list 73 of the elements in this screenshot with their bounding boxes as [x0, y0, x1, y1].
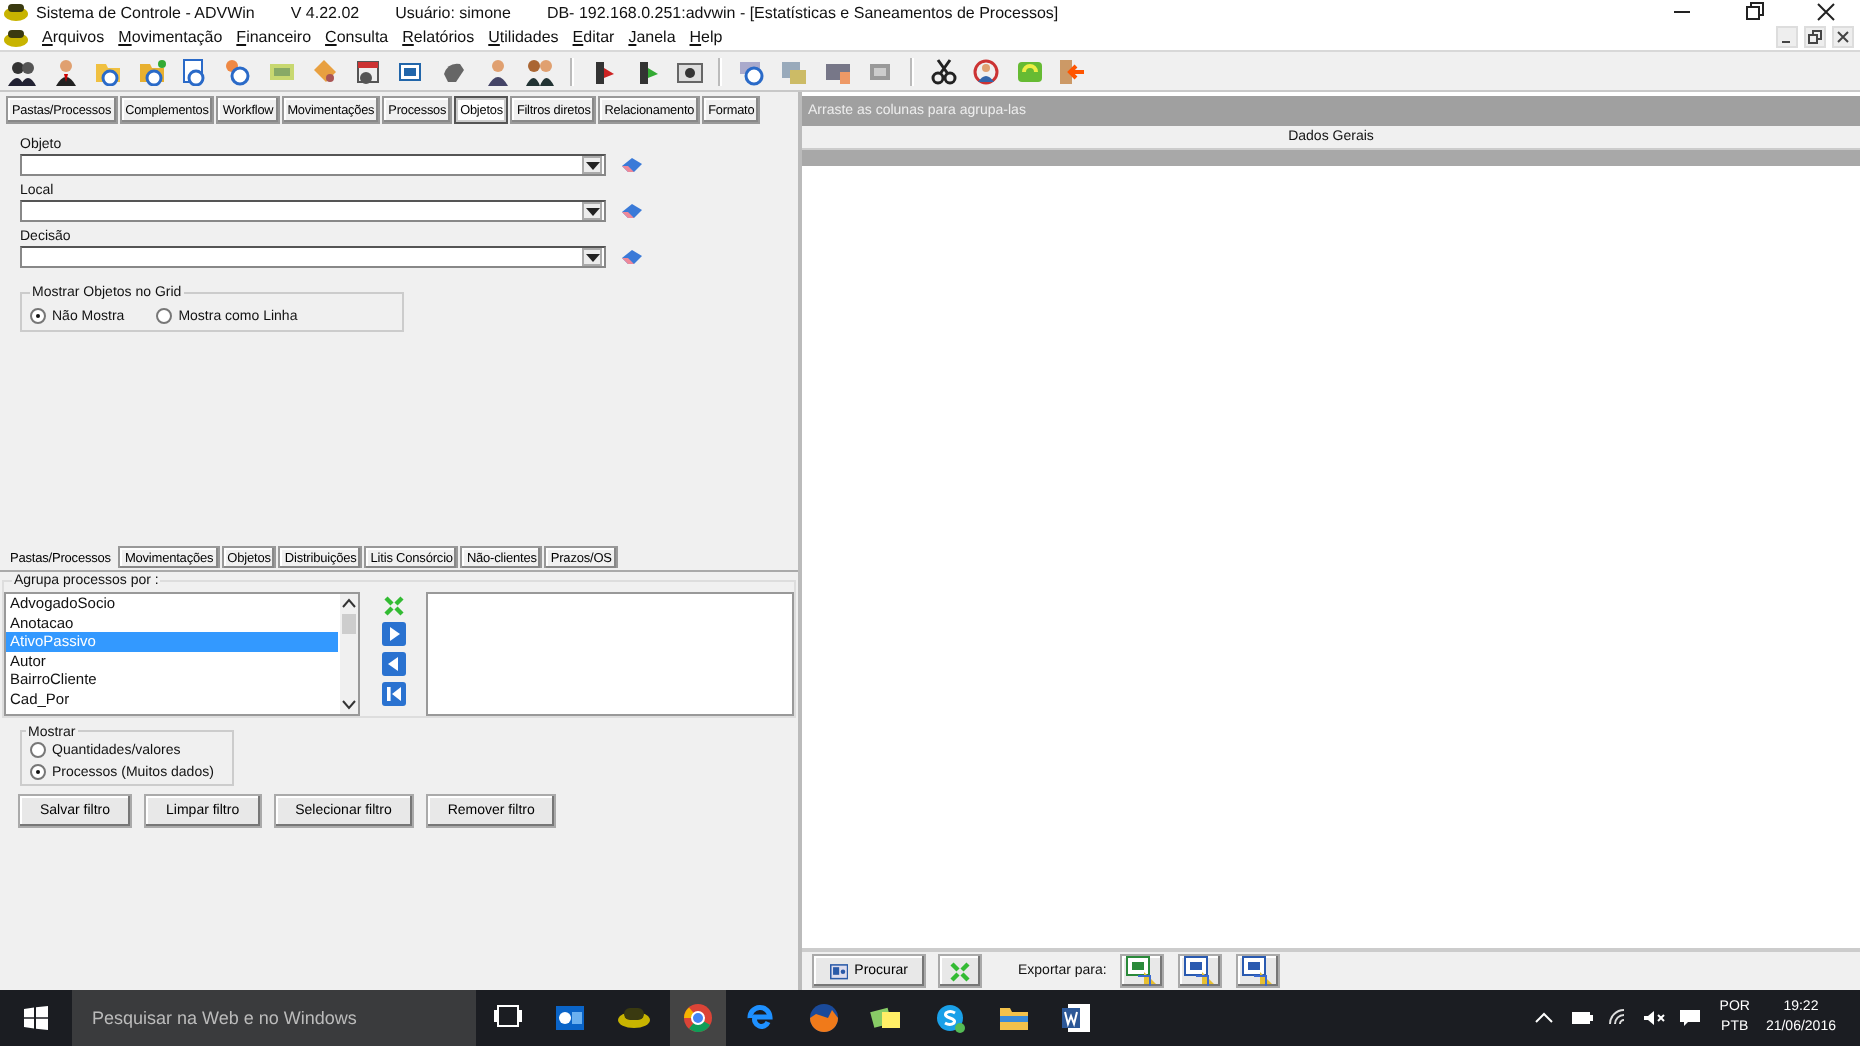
radio-button[interactable] — [156, 308, 173, 324]
menu-item[interactable]: Arquivos — [42, 28, 105, 46]
radio-button[interactable] — [30, 742, 46, 758]
child-close-icon[interactable] — [1832, 26, 1854, 48]
dropdown-field[interactable] — [20, 246, 606, 268]
battery-icon[interactable] — [1569, 1008, 1594, 1028]
export-button[interactable] — [1236, 954, 1281, 988]
web-export-icon — [1184, 956, 1217, 986]
clock-icon[interactable] — [737, 57, 766, 85]
expand-icon — [950, 961, 970, 981]
scroll-up-icon[interactable] — [342, 598, 356, 608]
dropdown-field[interactable] — [20, 154, 606, 176]
dropdown-field[interactable] — [20, 200, 606, 222]
database-label: DB- 192.168.0.251:advwin - [Estatísticas e Saneamentos de Processos] — [546, 3, 1059, 21]
menu-item[interactable]: Relatórios — [402, 28, 475, 46]
menu-item[interactable]: Financeiro — [236, 28, 312, 46]
caret-icon — [585, 253, 599, 261]
export-button[interactable] — [1120, 954, 1165, 988]
notification-icon[interactable] — [1677, 1008, 1702, 1028]
scrollbar[interactable] — [340, 594, 358, 714]
scroll-down-icon[interactable] — [342, 700, 356, 710]
expand-button[interactable] — [938, 954, 982, 988]
people-icon[interactable] — [8, 57, 36, 85]
document-clock-icon[interactable] — [180, 57, 209, 85]
radio-button[interactable] — [30, 764, 46, 780]
radio-button[interactable] — [30, 308, 46, 324]
app-logo-icon — [4, 2, 28, 22]
tag-icon[interactable] — [310, 57, 339, 85]
people-icon[interactable] — [526, 57, 555, 85]
chevron-up-icon[interactable] — [1533, 1008, 1558, 1028]
scissors-icon[interactable] — [929, 57, 958, 85]
menu-item[interactable]: Movimentação — [118, 28, 223, 46]
eraser-icon[interactable] — [622, 158, 642, 172]
binoculars-icon — [830, 960, 849, 982]
user-label: Usuário: simone — [395, 3, 511, 21]
windows-start-icon[interactable] — [24, 1006, 48, 1030]
app-logo-icon[interactable] — [4, 27, 28, 47]
camera-icon[interactable] — [675, 57, 703, 85]
eraser-icon[interactable] — [622, 204, 642, 218]
export-button[interactable] — [1178, 954, 1223, 988]
close-icon[interactable] — [1816, 2, 1836, 22]
child-restore-icon[interactable] — [1804, 26, 1826, 48]
menu-item[interactable]: Help — [689, 28, 723, 46]
move-all-left-icon[interactable] — [381, 682, 405, 706]
person-icon[interactable] — [51, 57, 80, 85]
scroll-thumb[interactable] — [342, 614, 356, 634]
monitor-icon[interactable] — [396, 57, 425, 85]
restore-icon[interactable] — [1744, 2, 1764, 22]
person-cycle-icon[interactable] — [972, 57, 1001, 85]
mail-export-icon — [1242, 956, 1275, 986]
search-field[interactable]: Pesquisar na Web e no Windows — [72, 990, 476, 1046]
wifi-icon[interactable] — [1605, 1008, 1630, 1028]
browser-icon[interactable] — [669, 990, 726, 1046]
menu-item[interactable]: Editar — [572, 28, 615, 46]
spreadsheet-export-icon — [1126, 956, 1159, 986]
move-right-icon[interactable] — [381, 622, 405, 646]
menu-item[interactable]: Consulta — [325, 28, 389, 46]
calendar-icon[interactable] — [353, 57, 382, 85]
caret-icon — [585, 161, 599, 169]
speaker-muted-icon[interactable] — [1641, 1008, 1666, 1028]
folder-clock-icon[interactable] — [137, 57, 166, 85]
selected-list[interactable] — [426, 592, 794, 716]
menu-item[interactable]: Janela — [628, 28, 676, 46]
eraser-icon[interactable] — [622, 250, 642, 264]
clock-icon[interactable] — [223, 57, 252, 85]
app-title: Sistema de Controle - ADVWin — [36, 3, 255, 21]
exit-door-icon[interactable] — [1058, 57, 1087, 85]
caret-icon — [585, 207, 599, 215]
version-label: V 4.22.02 — [290, 3, 360, 21]
menu-item[interactable]: Utilidades — [488, 28, 559, 46]
child-minimize-icon[interactable] — [1776, 26, 1798, 48]
person-icon[interactable] — [483, 57, 512, 85]
move-left-icon[interactable] — [381, 652, 405, 676]
